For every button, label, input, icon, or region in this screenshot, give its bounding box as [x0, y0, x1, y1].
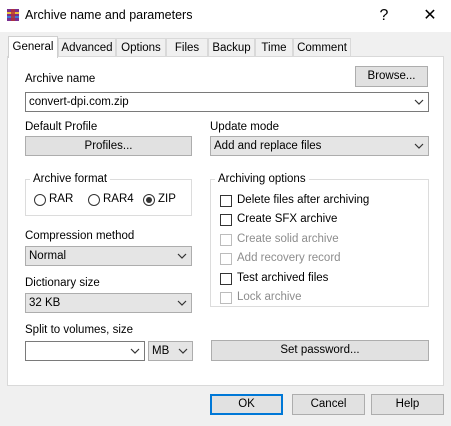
radio-rar-label: RAR [49, 193, 74, 205]
checkbox[interactable] [220, 195, 232, 207]
dictionary-size-dropdown[interactable]: 32 KB [25, 293, 192, 313]
help-title-button[interactable]: ? [370, 2, 398, 30]
checkbox-label: Create SFX archive [237, 213, 338, 225]
window-title: Archive name and parameters [25, 8, 193, 22]
archive-name-combobox[interactable]: convert-dpi.com.zip [25, 92, 429, 112]
checkbox-label: Test archived files [237, 272, 329, 284]
checkbox[interactable] [220, 214, 232, 226]
chevron-down-icon[interactable] [414, 93, 424, 111]
archiving-options-title: Archiving options [215, 173, 309, 185]
checkbox [220, 292, 232, 304]
tab-options[interactable]: Options [116, 38, 166, 57]
browse-button[interactable]: Browse... [355, 66, 428, 87]
tab-time[interactable]: Time [255, 38, 293, 57]
set-password-button[interactable]: Set password... [211, 340, 429, 361]
split-unit-dropdown[interactable]: MB [148, 341, 193, 361]
dictionary-size-label: Dictionary size [25, 277, 100, 289]
checkbox[interactable] [220, 273, 232, 285]
checkbox-label: Create solid archive [237, 233, 339, 245]
dictionary-size-value: 32 KB [29, 297, 61, 309]
bottom-edge [0, 422, 451, 426]
checkbox [220, 234, 232, 246]
close-button[interactable]: ✕ [416, 2, 444, 30]
chevron-down-icon [414, 143, 424, 149]
archive-name-value: convert-dpi.com.zip [29, 96, 129, 108]
tab-backup[interactable]: Backup [208, 38, 255, 57]
ok-button[interactable]: OK [210, 394, 283, 415]
tab-files[interactable]: Files [166, 38, 208, 57]
compression-method-dropdown[interactable]: Normal [25, 246, 192, 266]
chevron-down-icon [178, 348, 188, 354]
compression-method-label: Compression method [25, 230, 135, 242]
checkbox-label: Lock archive [237, 291, 302, 303]
radio-button[interactable] [88, 194, 100, 206]
split-unit-value: MB [152, 345, 170, 357]
tab-general[interactable]: General [8, 36, 58, 58]
cancel-button[interactable]: Cancel [292, 394, 365, 415]
radio-dot [146, 197, 152, 203]
help-button[interactable]: Help [371, 394, 444, 415]
update-mode-label: Update mode [210, 121, 280, 133]
tab-comment[interactable]: Comment [293, 38, 351, 57]
radio-button[interactable] [34, 194, 46, 206]
archive-name-label: Archive name [25, 73, 96, 85]
general-tab-panel: Archive name Browse... convert-dpi.com.z… [7, 56, 444, 386]
radio-zip-label: ZIP [158, 193, 176, 205]
update-mode-dropdown[interactable]: Add and replace files [210, 136, 429, 156]
radio-button-selected[interactable] [143, 194, 155, 206]
chevron-down-icon [177, 300, 187, 306]
winrar-app-icon [7, 9, 19, 21]
radio-rar4-label: RAR4 [103, 193, 134, 205]
chevron-down-icon[interactable] [130, 342, 140, 360]
chevron-down-icon [177, 253, 187, 259]
split-size-combobox[interactable] [25, 341, 145, 361]
update-mode-value: Add and replace files [214, 140, 322, 152]
checkbox-label: Add recovery record [237, 252, 341, 264]
archive-format-title: Archive format [30, 173, 111, 185]
title-bar: Archive name and parameters ? ✕ [0, 0, 451, 32]
checkbox [220, 253, 232, 265]
profiles-button[interactable]: Profiles... [25, 136, 192, 156]
compression-method-value: Normal [29, 250, 67, 262]
tab-advanced[interactable]: Advanced [58, 38, 116, 57]
checkbox-label: Delete files after archiving [237, 194, 370, 206]
default-profile-label: Default Profile [25, 121, 98, 133]
split-volumes-label: Split to volumes, size [25, 324, 134, 336]
